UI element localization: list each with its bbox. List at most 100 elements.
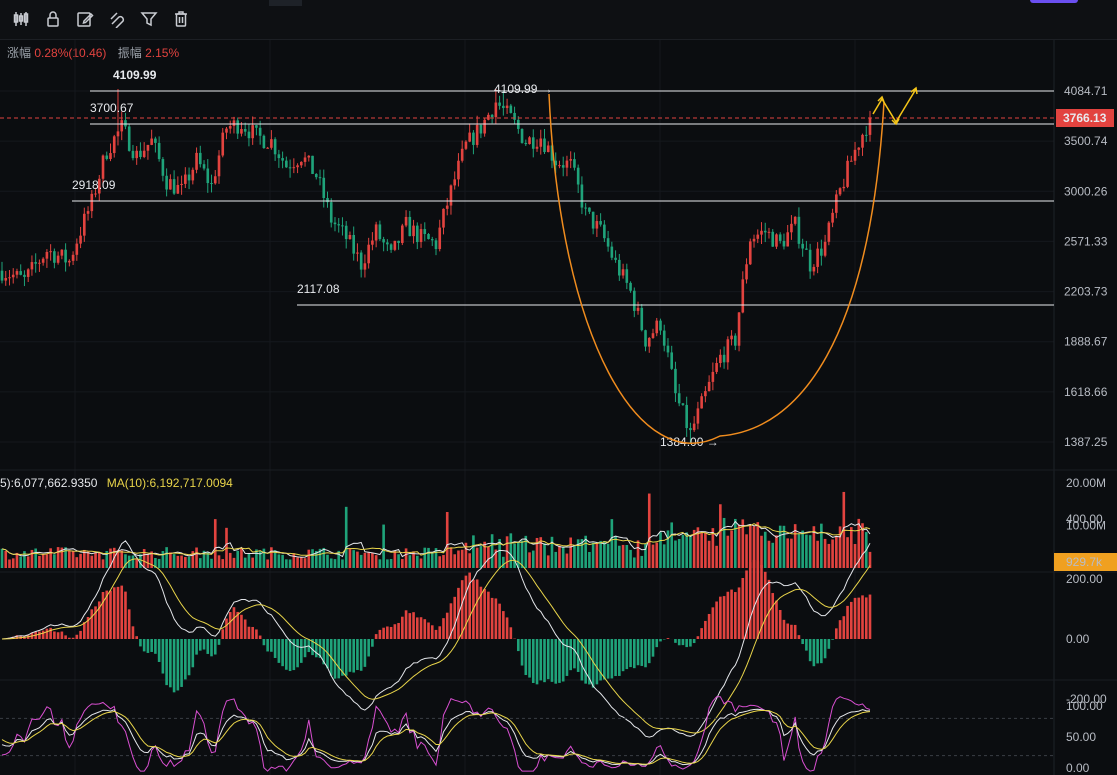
macd-histogram-bar xyxy=(730,589,733,639)
macd-histogram-bar xyxy=(64,635,67,639)
high-annotation: 4109.99 → xyxy=(494,82,553,96)
filter-tool[interactable] xyxy=(140,10,162,32)
candle-body xyxy=(251,125,254,139)
candle-body xyxy=(90,193,94,212)
chart-canvas[interactable]: 4084.71 3500.74 3000.26 2571.33 2203.73 1888.… xyxy=(0,40,1117,775)
macd-histogram-bar xyxy=(412,612,415,639)
candle-body xyxy=(191,169,195,181)
magnet-tool[interactable] xyxy=(108,10,130,32)
candle-body xyxy=(543,138,546,153)
candle-body xyxy=(674,368,677,394)
volume-bar xyxy=(599,540,602,568)
candle-body xyxy=(640,307,644,331)
volume-bar xyxy=(546,555,550,568)
volume-bar xyxy=(142,549,146,568)
candle-body xyxy=(685,404,688,429)
volume-bar xyxy=(756,522,760,568)
lock-tool[interactable] xyxy=(44,10,66,32)
candle-body xyxy=(326,198,329,203)
macd-histogram-bar xyxy=(573,639,576,669)
volume-bar xyxy=(176,555,180,568)
candle-body xyxy=(483,119,486,134)
volume-bar xyxy=(453,554,457,568)
macd-histogram-bar xyxy=(270,639,273,652)
volume-bar xyxy=(621,544,625,568)
candle-body xyxy=(300,161,303,166)
candle-body xyxy=(647,337,651,347)
candle-body xyxy=(629,282,632,291)
volume-bar xyxy=(161,551,165,568)
volume-bar xyxy=(573,545,576,568)
candle-body xyxy=(397,240,400,243)
edit-tool[interactable] xyxy=(76,10,98,32)
macd-histogram-bar xyxy=(689,639,692,647)
macd-histogram-bar xyxy=(711,607,715,639)
volume-bar xyxy=(386,559,389,568)
volume-bar xyxy=(771,542,775,568)
macd-histogram-bar xyxy=(240,614,243,639)
macd-histogram-bar xyxy=(823,639,827,659)
macd-histogram-bar xyxy=(801,639,804,645)
candle-body xyxy=(453,179,457,186)
candle-body xyxy=(41,258,45,263)
volume-bar xyxy=(34,548,37,568)
macd-histogram-bar xyxy=(820,639,823,664)
macd-histogram-bar xyxy=(816,639,819,664)
delete-tool[interactable] xyxy=(172,10,194,32)
volume-bar xyxy=(460,549,464,568)
macd-histogram-bar xyxy=(621,639,625,672)
macd-histogram-bar xyxy=(41,630,45,639)
volume-bar xyxy=(303,558,307,568)
macd-histogram-bar xyxy=(146,639,150,653)
volume-bar xyxy=(618,545,621,568)
macd-histogram-bar xyxy=(629,639,632,668)
volume-bar xyxy=(846,537,849,568)
volume-bar xyxy=(685,532,688,568)
candle-body xyxy=(730,335,733,340)
candle-body xyxy=(427,234,430,240)
price-axis-tick-label: 3000.26 xyxy=(1064,184,1108,198)
candle-body xyxy=(763,230,767,233)
candle-body xyxy=(45,251,49,259)
candle-body xyxy=(169,179,172,190)
macd-histogram-bar xyxy=(232,607,236,639)
volume-bar xyxy=(427,547,430,568)
macd-histogram-bar xyxy=(56,632,60,639)
macd-histogram-bar xyxy=(647,639,651,664)
volume-bar xyxy=(719,504,722,568)
candle-body xyxy=(472,132,475,145)
volume-bar xyxy=(700,532,703,568)
candle-body xyxy=(849,160,853,162)
candle-body xyxy=(281,158,284,161)
volume-bar xyxy=(217,555,221,568)
volume-bar xyxy=(517,541,520,568)
volume-bar xyxy=(674,540,677,568)
candle-body xyxy=(419,229,423,243)
volume-bar xyxy=(180,555,183,568)
candle-body xyxy=(172,179,176,194)
volume-bar xyxy=(300,557,303,568)
candle-body xyxy=(318,177,322,179)
macd-histogram-bar xyxy=(127,609,131,639)
macd-histogram-bar xyxy=(90,609,94,639)
candle-body xyxy=(576,167,580,185)
volume-bar xyxy=(415,555,419,568)
candle-body xyxy=(707,381,711,392)
candle-body xyxy=(748,241,752,265)
candle-body xyxy=(853,149,857,161)
volume-bar xyxy=(397,554,400,568)
candle-body xyxy=(367,244,370,264)
candle-body xyxy=(109,153,112,159)
volume-bar xyxy=(565,553,569,568)
volume-bar xyxy=(288,559,292,568)
candle-body xyxy=(857,147,861,150)
candle-body xyxy=(782,240,786,247)
volume-bar xyxy=(662,544,666,568)
candle-body xyxy=(767,231,771,233)
macd-histogram-bar xyxy=(378,629,382,639)
candlestick-tool[interactable] xyxy=(12,10,34,32)
macd-histogram-bar xyxy=(831,639,834,640)
macd-histogram-bar xyxy=(262,639,266,646)
volume-bar xyxy=(595,543,599,568)
candle-body xyxy=(60,249,64,256)
